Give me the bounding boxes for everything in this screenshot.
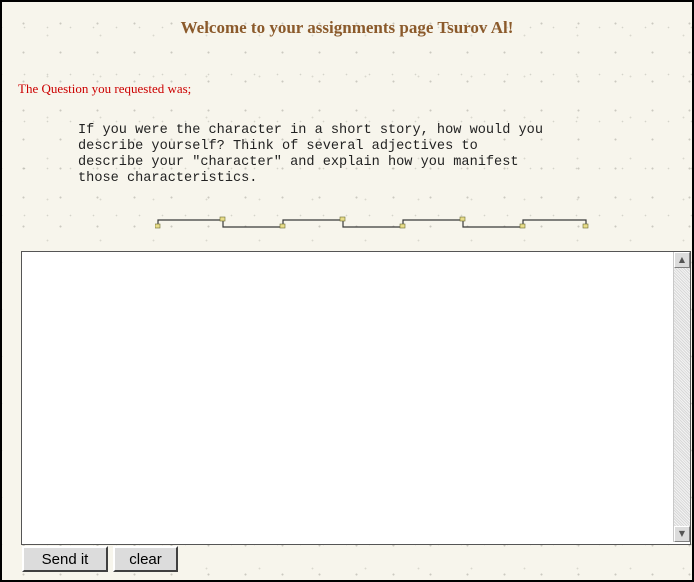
answer-box: ▲ ▼ (21, 251, 691, 545)
decorative-divider (155, 216, 589, 229)
send-button[interactable]: Send it (22, 546, 108, 572)
clear-button[interactable]: clear (113, 546, 178, 572)
answer-textarea[interactable] (22, 252, 672, 542)
question-intro: The Question you requested was; (18, 81, 192, 96)
page-title: Welcome to your assignments page Tsurov … (180, 18, 514, 37)
scroll-down-arrow-icon[interactable]: ▼ (674, 526, 690, 542)
scroll-up-arrow-icon[interactable]: ▲ (674, 252, 690, 268)
answer-scrollbar[interactable]: ▲ ▼ (673, 252, 690, 542)
question-text: If you were the character in a short sto… (78, 123, 543, 186)
